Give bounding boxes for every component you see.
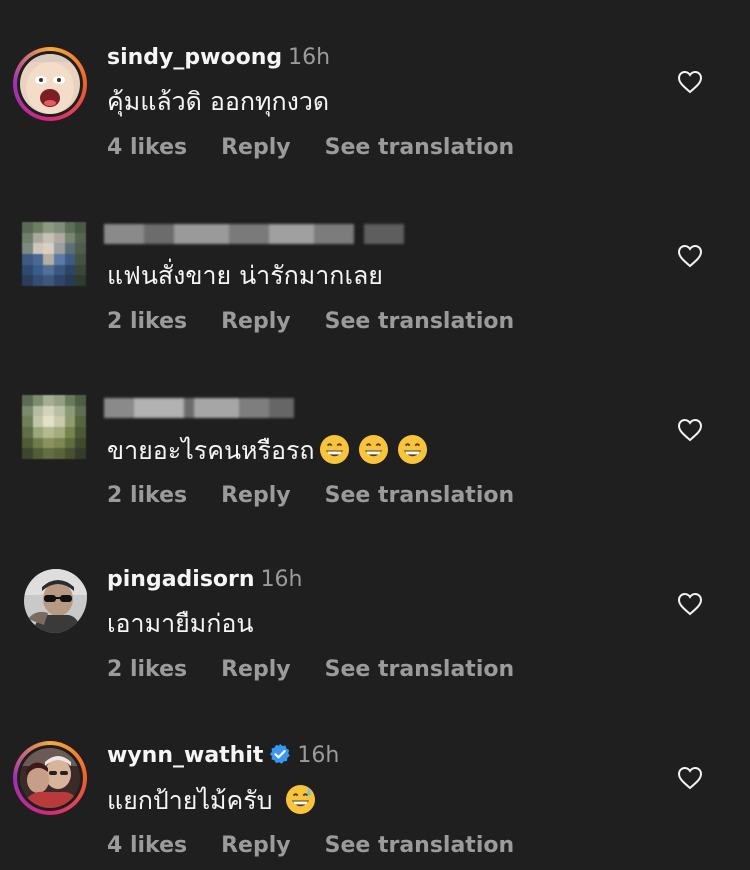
comment-actions: 4 likes Reply See translation <box>107 833 548 859</box>
reply-button[interactable]: Reply <box>221 483 291 508</box>
comment-text: แยกป้ายไม้ครับ <box>107 784 316 817</box>
comment-header: pingadisorn 16h <box>107 567 303 593</box>
comment-text-content: ขายอะไรคนหรือรถ <box>107 436 315 465</box>
verified-badge-icon <box>270 743 291 764</box>
comment-actions: 2 likes Reply See translation <box>107 309 548 335</box>
comment-item: pingadisorn 16h เอามายืมก่อน 2 likes Reply… <box>0 522 750 696</box>
username-blurred[interactable] <box>104 224 404 244</box>
comment-actions: 4 likes Reply See translation <box>107 135 548 161</box>
avatar[interactable] <box>22 222 86 286</box>
username-blurred[interactable] <box>104 398 294 418</box>
avatar-image <box>24 569 87 633</box>
comment-item: wynn_wathit 16h แยกป้ายไม้ครับ 4 likes Rep… <box>0 696 750 870</box>
comment-actions: 2 likes Reply See translation <box>107 483 548 509</box>
reply-button[interactable]: Reply <box>221 833 291 858</box>
username[interactable]: sindy_pwoong <box>107 45 282 70</box>
comment-item: sindy_pwoong 16h คุ้มแล้วดิ ออกทุกงวด 4 l… <box>0 0 750 174</box>
grinning-face-emoji <box>358 434 388 465</box>
reply-button[interactable]: Reply <box>221 657 291 682</box>
reply-button[interactable]: Reply <box>221 309 291 334</box>
likes-count[interactable]: 2 likes <box>107 309 187 334</box>
likes-count[interactable]: 2 likes <box>107 483 187 508</box>
likes-count[interactable]: 2 likes <box>107 657 187 682</box>
username[interactable]: wynn_wathit <box>107 743 263 768</box>
heart-icon[interactable] <box>677 766 703 790</box>
avatar[interactable] <box>13 741 87 815</box>
grinning-face-emoji <box>319 434 349 465</box>
comment-text: เอามายืมก่อน <box>107 609 254 638</box>
username[interactable]: pingadisorn <box>107 567 255 592</box>
avatar[interactable] <box>13 560 87 634</box>
avatar-image <box>20 748 80 808</box>
avatar-image <box>20 54 80 114</box>
comment-text-content: แยกป้ายไม้ครับ <box>107 786 273 815</box>
grinning-face-emoji <box>397 434 427 465</box>
grinning-sweat-emoji <box>285 784 315 815</box>
comment-text: แฟนสั่งขาย น่ารักมากเลย <box>107 261 383 290</box>
avatar[interactable] <box>13 47 87 121</box>
comment-actions: 2 likes Reply See translation <box>107 657 548 683</box>
heart-icon[interactable] <box>677 418 703 442</box>
likes-count[interactable]: 4 likes <box>107 135 187 160</box>
comment-header: sindy_pwoong 16h <box>107 45 330 71</box>
timestamp: 16h <box>288 45 331 70</box>
comment-text: ขายอะไรคนหรือรถ <box>107 434 428 467</box>
see-translation-button[interactable]: See translation <box>325 657 515 682</box>
see-translation-button[interactable]: See translation <box>325 309 515 334</box>
avatar[interactable] <box>22 395 86 459</box>
comment-item: ขายอะไรคนหรือรถ 2 likes Reply See translat… <box>0 348 750 522</box>
comment-text: คุ้มแล้วดิ ออกทุกงวด <box>107 87 330 116</box>
likes-count[interactable]: 4 likes <box>107 833 187 858</box>
see-translation-button[interactable]: See translation <box>325 135 515 160</box>
heart-icon[interactable] <box>677 70 703 94</box>
comment-header: wynn_wathit 16h <box>107 743 339 769</box>
timestamp: 16h <box>260 567 303 592</box>
see-translation-button[interactable]: See translation <box>325 483 515 508</box>
comment-item: แฟนสั่งขาย น่ารักมากเลย 2 likes Reply See … <box>0 174 750 348</box>
see-translation-button[interactable]: See translation <box>325 833 515 858</box>
heart-icon[interactable] <box>677 592 703 616</box>
timestamp: 16h <box>297 743 340 768</box>
reply-button[interactable]: Reply <box>221 135 291 160</box>
heart-icon[interactable] <box>677 244 703 268</box>
